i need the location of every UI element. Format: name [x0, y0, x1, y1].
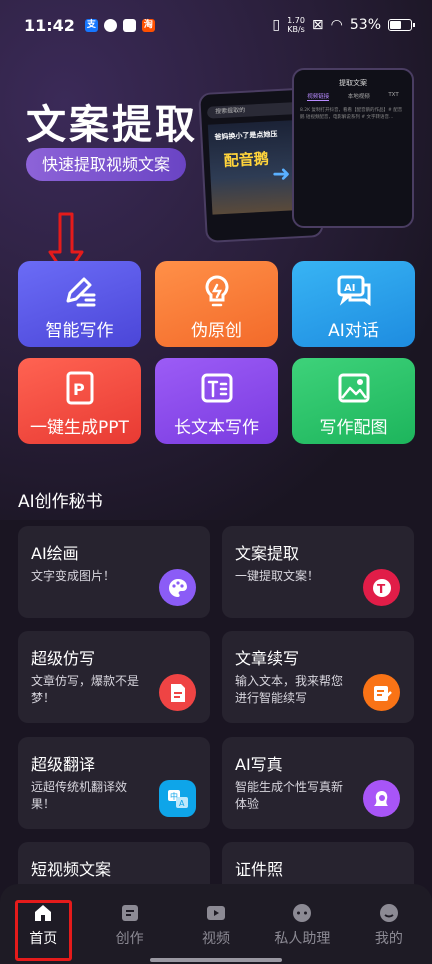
messenger-icon [103, 18, 117, 32]
edit-doc-icon [363, 674, 400, 711]
alipay-icon: 支 [84, 18, 98, 32]
card-super-translate[interactable]: 超级翻译 远超传统机翻译效果！ 中A [18, 737, 210, 829]
svg-text:A: A [179, 799, 185, 808]
card-title: 超级仿写 [31, 649, 96, 668]
svg-text:T: T [377, 582, 386, 596]
card-title: AI绘画 [31, 544, 79, 563]
nav-label: 视频 [202, 931, 231, 947]
tool-ai-chat[interactable]: AI AI对话 [292, 261, 415, 347]
hero-title: 文案提取 [26, 102, 198, 148]
doc-copy-icon [159, 674, 196, 711]
nav-profile[interactable]: 我的 [346, 884, 432, 964]
battery-icon [388, 19, 415, 31]
no-sim-icon: ⊠ [311, 17, 324, 33]
pen-write-icon [66, 277, 95, 307]
nav-assistant[interactable]: 私人助理 [259, 884, 345, 964]
vibrate-icon: ▯ [272, 17, 281, 33]
card-super-rewrite[interactable]: 超级仿写 文章仿写，爆款不是梦！ [18, 631, 210, 723]
tool-label: AI对话 [328, 321, 379, 341]
card-title: AI写真 [235, 755, 283, 774]
card-title: 文案提取 [235, 544, 300, 563]
tool-long-text[interactable]: 长文本写作 [155, 358, 278, 444]
home-highlight-box [15, 900, 72, 961]
card-desc: 智能生成个性写真新体验 [235, 780, 344, 811]
mock-header: 提取文案 [339, 79, 367, 87]
tool-label: 写作配图 [319, 418, 388, 438]
svg-text:P: P [73, 380, 85, 399]
mock-text: 8.2K 复制打开抖音，看看【配音鹅的作品】# 配音鹅 短视频配音，电影解说系列… [300, 108, 403, 120]
mock-tabs: 视频链接 本地视频 TXT [307, 92, 399, 101]
profile-icon [379, 904, 398, 922]
portrait-icon [363, 780, 400, 817]
card-desc: 文字变成图片！ [31, 569, 116, 583]
tool-writing-image[interactable]: 写作配图 [292, 358, 415, 444]
card-title: 短视频文案 [31, 860, 112, 879]
text-doc-icon [201, 373, 232, 403]
wifi-icon: ◠ [330, 17, 343, 33]
card-desc: 远超传统机翻译效果！ [31, 780, 128, 811]
nav-label: 我的 [374, 931, 403, 947]
gesture-bar[interactable] [150, 958, 282, 962]
translate-icon: 中A [159, 780, 196, 817]
card-title: 超级翻译 [31, 755, 96, 774]
ai-chat-icon: AI [337, 275, 370, 306]
tool-label: 长文本写作 [174, 418, 259, 438]
card-desc: 一键提取文案！ [235, 569, 320, 583]
tool-label: 伪原创 [191, 321, 242, 341]
video-icon [207, 906, 226, 920]
section-title: AI创作秘书 [18, 492, 103, 512]
taobao-icon: 淘 [141, 18, 155, 32]
nav-label: 私人助理 [274, 931, 331, 947]
svg-text:AI: AI [344, 283, 355, 294]
tool-label: 一键生成PPT [30, 418, 129, 438]
nav-create[interactable]: 创作 [86, 884, 172, 964]
status-time: 11:42 [24, 15, 75, 35]
nav-video[interactable]: 视频 [173, 884, 259, 964]
mail-icon [122, 18, 136, 32]
create-icon [121, 905, 138, 921]
status-app-icons: 支 淘 [84, 18, 155, 32]
status-bar: 11:42 支 淘 ▯ 1.70 KB/s ⊠ ◠ 53% [0, 0, 432, 50]
mock-phone-front: 提取文案 视频链接 本地视频 TXT 8.2K 复制打开抖音，看看【配音鹅的作品… [292, 68, 414, 228]
card-title: 文章续写 [235, 649, 300, 668]
palette-icon [159, 569, 196, 606]
tool-smart-writing[interactable]: 智能写作 [18, 261, 141, 347]
hero-subtitle-button[interactable]: 快速提取视频文案 [26, 148, 186, 181]
svg-text:中: 中 [170, 791, 178, 801]
card-ai-painting[interactable]: AI绘画 文字变成图片！ [18, 526, 210, 618]
status-right: ▯ 1.70 KB/s ⊠ ◠ 53% [272, 16, 415, 34]
net-speed: 1.70 KB/s [287, 16, 305, 34]
card-article-continue[interactable]: 文章续写 输入文本，我来帮您进行智能续写 [222, 631, 414, 723]
arrow-right-icon: ➜ [272, 162, 291, 187]
tool-one-click-ppt[interactable]: P 一键生成PPT [18, 358, 141, 444]
text-extract-icon: T [363, 569, 400, 606]
card-title: 证件照 [235, 860, 284, 879]
tool-label: 智能写作 [45, 321, 114, 341]
nav-label: 创作 [115, 931, 144, 947]
image-icon [338, 373, 369, 403]
ppt-icon: P [66, 371, 93, 405]
card-desc: 文章仿写，爆款不是梦！ [31, 674, 140, 705]
lightbulb-icon [205, 275, 228, 307]
tool-pseudo-original[interactable]: 伪原创 [155, 261, 278, 347]
card-ai-portrait[interactable]: AI写真 智能生成个性写真新体验 [222, 737, 414, 829]
assistant-icon [293, 904, 312, 922]
card-desc: 输入文本，我来帮您进行智能续写 [235, 674, 344, 705]
battery-text: 53% [349, 17, 381, 33]
card-text-extract[interactable]: 文案提取 一键提取文案！ T [222, 526, 414, 618]
